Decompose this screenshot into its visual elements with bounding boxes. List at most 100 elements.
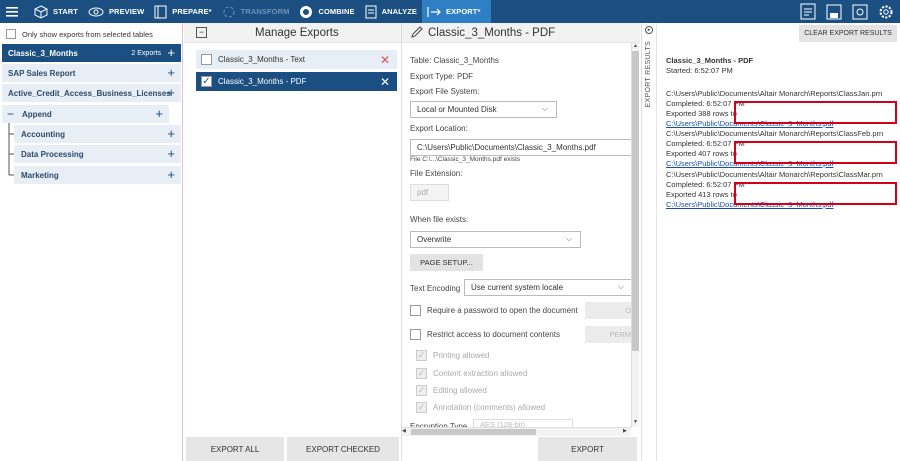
printing-option[interactable]: ✓ Printing allowed bbox=[416, 350, 489, 361]
add-export-icon[interactable]: + bbox=[167, 166, 175, 184]
combine-tab[interactable]: COMBINE bbox=[294, 0, 359, 23]
restrict-access-option[interactable]: Restrict access to document contents bbox=[410, 329, 560, 340]
export-results-panel: ▸ EXPORT RESULTS CLEAR EXPORT RESULTS Cl… bbox=[641, 23, 900, 461]
add-export-icon[interactable]: + bbox=[155, 105, 163, 123]
add-export-icon[interactable]: + bbox=[167, 125, 175, 143]
highlight-box bbox=[734, 141, 897, 164]
editing-option[interactable]: ✓ Editing allowed bbox=[416, 385, 487, 396]
eye-icon bbox=[88, 7, 104, 16]
cube-icon bbox=[34, 4, 48, 19]
export-checkbox[interactable] bbox=[201, 54, 212, 65]
table-row-marketing[interactable]: Marketing + bbox=[14, 166, 181, 184]
prepare-tab[interactable]: PREPARE* bbox=[149, 0, 216, 23]
add-export-icon[interactable]: + bbox=[167, 145, 175, 163]
delete-icon[interactable]: ✕ bbox=[380, 75, 390, 89]
export-checkbox-checked[interactable]: ✓ bbox=[201, 76, 212, 87]
file-system-select[interactable]: Local or Mounted Disk ⌵ bbox=[410, 101, 557, 118]
transform-icon bbox=[223, 6, 235, 17]
export-item-pdf[interactable]: ✓ Classic_3_Months - PDF ✕ bbox=[196, 72, 397, 91]
result-completed: Completed: 6:52:07 PM bbox=[666, 139, 745, 148]
result-path: C:\Users\Public\Documents\Altair Monarch… bbox=[666, 89, 883, 98]
clear-results-button[interactable]: CLEAR EXPORT RESULTS bbox=[799, 25, 897, 42]
result-path: C:\Users\Public\Documents\Altair Monarch… bbox=[666, 170, 883, 179]
manage-exports-panel: − Manage Exports Classic_3_Months - Text… bbox=[184, 23, 402, 461]
detail-vertical-scrollbar[interactable]: ▲ ▼ bbox=[631, 43, 639, 427]
gear-icon[interactable] bbox=[876, 2, 896, 21]
menu-icon[interactable] bbox=[0, 0, 23, 23]
fs-value: Local or Mounted Disk bbox=[417, 105, 497, 114]
only-show-filter[interactable]: Only show exports from selected tables bbox=[0, 24, 182, 44]
table-label: Classic_3_Months bbox=[8, 48, 78, 58]
export-all-button[interactable]: EXPORT ALL bbox=[186, 437, 284, 461]
extension-input[interactable]: pdf bbox=[410, 184, 449, 201]
export-results-tab[interactable]: ▸ EXPORT RESULTS bbox=[642, 23, 657, 461]
preview-label: PREVIEW bbox=[108, 7, 145, 16]
permissions-button[interactable]: PERM bbox=[585, 326, 633, 343]
collapse-panel-icon[interactable]: − bbox=[196, 27, 207, 38]
h-scroll-thumb[interactable] bbox=[411, 429, 536, 435]
editing-label: Editing allowed bbox=[433, 386, 487, 395]
when-exists-select[interactable]: Overwrite ⌵ bbox=[410, 231, 581, 248]
encoding-select[interactable]: Use current system locale ⌵ bbox=[464, 279, 633, 296]
save-icon[interactable] bbox=[824, 2, 844, 21]
start-tab[interactable]: START bbox=[29, 0, 83, 23]
doc-list-icon[interactable] bbox=[798, 2, 818, 21]
scroll-thumb[interactable] bbox=[632, 51, 639, 351]
restrict-access-checkbox[interactable] bbox=[410, 329, 421, 340]
export-checked-button[interactable]: EXPORT CHECKED bbox=[287, 437, 399, 461]
scroll-right-icon[interactable]: ▶ bbox=[623, 428, 631, 436]
analyze-icon bbox=[365, 5, 377, 18]
scroll-left-icon[interactable]: ◀ bbox=[402, 428, 410, 436]
annotation-option[interactable]: ✓ Annotation (comments) allowed bbox=[416, 402, 545, 413]
detail-horizontal-scrollbar[interactable]: ◀ ▶ bbox=[402, 427, 631, 436]
combine-icon bbox=[300, 5, 313, 18]
table-row-accounting[interactable]: Accounting + bbox=[14, 125, 181, 143]
export-label: EXPORT* bbox=[446, 7, 481, 16]
transform-tab[interactable]: TRANSFORM bbox=[217, 0, 295, 23]
location-note: File C:\...\Classic_3_Months.pdf exists bbox=[410, 156, 521, 163]
expand-icon[interactable]: ▸ bbox=[645, 26, 653, 34]
export-icon bbox=[427, 6, 441, 17]
add-export-icon[interactable]: + bbox=[167, 84, 175, 102]
export-detail-panel: Classic_3_Months - PDF Table: Classic_3_… bbox=[402, 23, 640, 461]
analyze-tab[interactable]: ANALYZE bbox=[360, 0, 422, 23]
table-row-active-credit[interactable]: Active_Credit_Access_Business_Licenses + bbox=[2, 84, 181, 102]
password-button[interactable]: O bbox=[585, 302, 633, 319]
export-tab[interactable]: EXPORT* bbox=[422, 0, 491, 23]
content-extraction-option[interactable]: ✓ Content extraction allowed bbox=[416, 368, 527, 379]
data-icon[interactable] bbox=[850, 2, 870, 21]
pencil-icon bbox=[411, 26, 423, 38]
page-setup-button[interactable]: PAGE SETUP... bbox=[410, 254, 483, 271]
table-row-classic[interactable]: Classic_3_Months 2 Exports + bbox=[2, 44, 181, 62]
rows-text: Exported 388 rows to bbox=[666, 109, 737, 118]
preview-tab[interactable]: PREVIEW bbox=[83, 0, 149, 23]
table-label: Accounting bbox=[21, 129, 65, 139]
export-item-text[interactable]: Classic_3_Months - Text ✕ bbox=[196, 50, 397, 69]
restrict-access-label: Restrict access to document contents bbox=[427, 330, 560, 339]
export-button[interactable]: EXPORT bbox=[538, 437, 637, 461]
printing-checkbox[interactable]: ✓ bbox=[416, 350, 427, 361]
table-row-data-processing[interactable]: Data Processing + bbox=[14, 145, 181, 163]
editing-checkbox[interactable]: ✓ bbox=[416, 385, 427, 396]
table-row-append[interactable]: − Append + bbox=[2, 105, 169, 123]
add-export-icon[interactable]: + bbox=[167, 64, 175, 82]
encoding-value: Use current system locale bbox=[471, 283, 564, 292]
table-text: Table: Classic_3_Months bbox=[410, 56, 499, 65]
require-password-checkbox[interactable] bbox=[410, 305, 421, 316]
require-password-option[interactable]: Require a password to open the document bbox=[410, 305, 578, 316]
scroll-up-icon[interactable]: ▲ bbox=[632, 43, 639, 51]
top-toolbar: START PREVIEW PREPARE* TRANSFORM COMBINE… bbox=[0, 0, 900, 23]
add-export-icon[interactable]: + bbox=[167, 44, 175, 62]
delete-icon[interactable]: ✕ bbox=[380, 53, 390, 67]
scroll-down-icon[interactable]: ▼ bbox=[632, 419, 639, 427]
manage-title: Manage Exports bbox=[255, 26, 339, 39]
location-input[interactable]: C:\Users\Public\Documents\Classic_3_Mont… bbox=[410, 139, 633, 156]
detail-title: Classic_3_Months - PDF bbox=[428, 26, 556, 39]
only-show-checkbox[interactable] bbox=[6, 29, 16, 39]
start-label: START bbox=[53, 7, 78, 16]
collapse-icon[interactable]: − bbox=[7, 107, 14, 121]
table-label: Append bbox=[22, 109, 52, 119]
table-row-sap[interactable]: SAP Sales Report + bbox=[2, 64, 181, 82]
content-checkbox[interactable]: ✓ bbox=[416, 368, 427, 379]
annotation-checkbox[interactable]: ✓ bbox=[416, 402, 427, 413]
